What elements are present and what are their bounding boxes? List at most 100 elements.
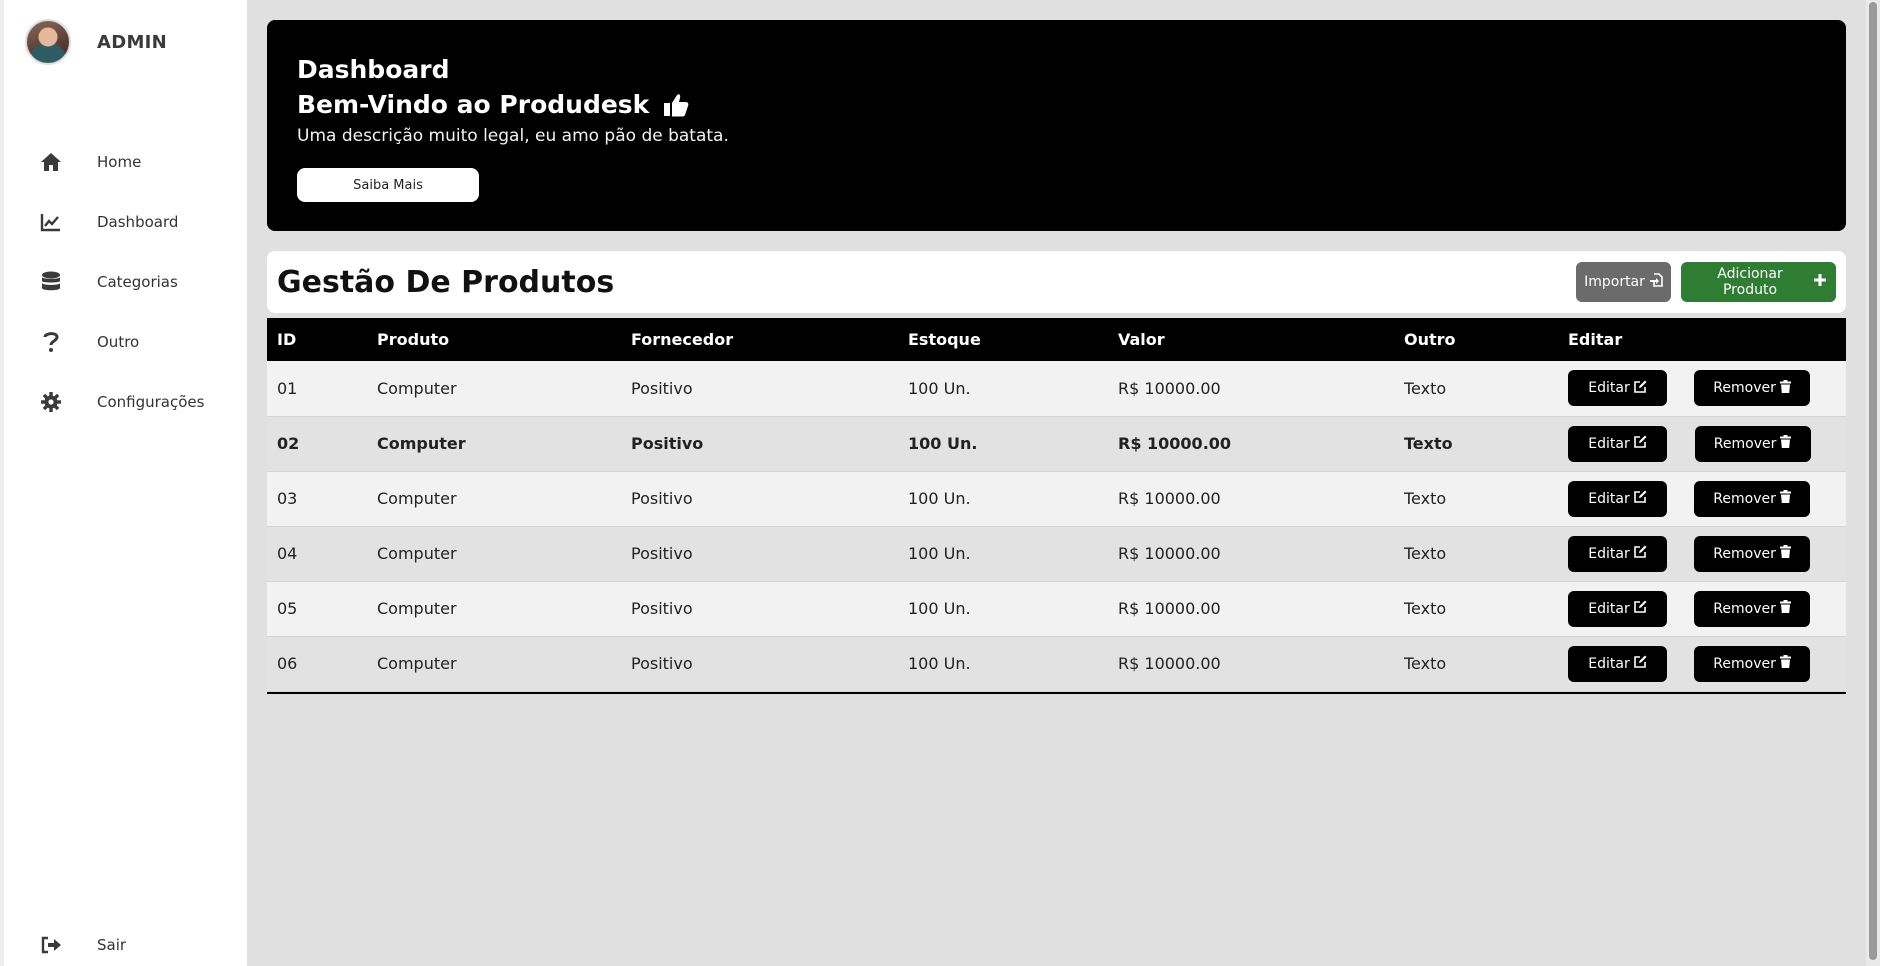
cell-outro: Texto [1394,416,1558,472]
remove-button[interactable]: Remover [1694,370,1811,407]
profile: ADMIN [25,19,167,65]
trash-icon [1779,490,1791,507]
cell-estoque: 100 Un. [898,636,1108,692]
cell-valor: R$ 10000.00 [1108,416,1394,472]
edit-icon [1633,600,1647,617]
edit-button-label: Editar [1588,655,1630,672]
edit-button[interactable]: Editar [1568,535,1667,572]
cell-estoque: 100 Un. [898,526,1108,582]
remove-button-label: Remover [1713,435,1777,452]
sidebar-item-categorias[interactable]: Categorias [40,252,204,312]
import-button[interactable]: Importar [1576,262,1671,302]
remove-button-label: Remover [1713,490,1776,507]
gear-icon [40,391,62,413]
cell-produto: Computer [367,361,621,417]
remove-button-label: Remover [1713,545,1776,562]
table-row: 01 Computer Positivo 100 Un. R$ 10000.00… [267,361,1846,417]
cell-outro: Texto [1394,471,1558,527]
sidebar-item-label: Outro [97,333,140,351]
remove-button[interactable]: Remover [1694,480,1811,517]
cell-id: 03 [267,471,367,527]
remove-button[interactable]: Remover [1694,535,1811,572]
table-row: 05 Computer Positivo 100 Un. R$ 10000.00… [267,581,1846,637]
edit-button[interactable]: Editar [1568,590,1667,627]
trash-icon [1779,655,1791,672]
table-header-row: ID Produto Fornecedor Estoque Valor Outr… [267,318,1846,361]
products-table: ID Produto Fornecedor Estoque Valor Outr… [267,318,1846,692]
profile-name: ADMIN [97,31,168,53]
edit-icon [1633,490,1647,507]
remove-button[interactable]: Remover [1694,590,1811,627]
banner-description: Uma descrição muito legal, eu amo pão de… [297,126,729,146]
remove-button[interactable]: Remover [1694,425,1811,462]
cell-estoque: 100 Un. [898,581,1108,637]
column-header-fornecedor: Fornecedor [631,330,734,349]
cell-fornecedor: Positivo [621,416,898,472]
home-icon [40,151,62,173]
edit-icon [1633,545,1647,562]
avatar[interactable] [25,19,71,65]
add-product-button[interactable]: Adicionar Produto [1681,262,1836,302]
edit-button[interactable]: Editar [1568,370,1667,407]
add-product-label: Adicionar Produto [1717,266,1783,298]
edit-button-label: Editar [1588,435,1630,452]
thumbs-up-icon [663,92,689,118]
file-import-icon [1649,273,1663,291]
trash-icon [1779,545,1791,562]
database-icon [40,271,62,293]
cell-valor: R$ 10000.00 [1108,636,1394,692]
sidebar-item-configuracoes[interactable]: Configurações [40,372,204,432]
logout-label: Sair [97,936,127,954]
banner-subtitle-text: Bem-Vindo ao Produdesk [297,90,650,119]
cell-id: 05 [267,581,367,637]
banner-title: Dashboard [297,55,450,84]
edit-button[interactable]: Editar [1568,480,1667,517]
column-header-estoque: Estoque [908,330,981,349]
edit-button-label: Editar [1588,490,1630,507]
cell-valor: R$ 10000.00 [1108,471,1394,527]
cell-produto: Computer [367,416,621,472]
table-row: 06 Computer Positivo 100 Un. R$ 10000.00… [267,636,1846,692]
remove-button-label: Remover [1713,600,1776,617]
column-header-valor: Valor [1118,330,1165,349]
edit-icon [1633,655,1647,672]
sidebar: ADMIN Home Dashboard Categorias Outro Co… [0,0,247,966]
column-header-produto: Produto [377,330,450,349]
sidebar-item-label: Dashboard [97,213,179,231]
cell-outro: Texto [1394,526,1558,582]
cell-fornecedor: Positivo [621,581,898,637]
logout-button[interactable]: Sair [40,930,126,960]
cell-outro: Texto [1394,361,1558,417]
cell-estoque: 100 Un. [898,471,1108,527]
trash-icon [1780,435,1792,452]
scrollbar-thumb[interactable] [1869,2,1877,960]
learn-more-button[interactable]: Saiba Mais [297,168,479,202]
trash-icon [1779,379,1791,397]
column-header-editar: Editar [1568,330,1623,349]
sidebar-item-label: Configurações [97,393,205,411]
edit-button[interactable]: Editar [1568,645,1667,682]
sidebar-item-label: Categorias [97,273,178,291]
cell-actions: Editar Remover [1558,636,1846,692]
cell-id: 06 [267,636,367,692]
remove-button[interactable]: Remover [1694,645,1811,682]
cell-outro: Texto [1394,636,1558,692]
cell-actions: Editar Remover [1558,416,1846,472]
cell-outro: Texto [1394,581,1558,637]
sidebar-item-outro[interactable]: Outro [40,312,204,372]
trash-icon [1779,600,1791,617]
sidebar-item-home[interactable]: Home [40,132,204,192]
cell-actions: Editar Remover [1558,471,1846,527]
cell-id: 04 [267,526,367,582]
cell-produto: Computer [367,526,621,582]
remove-button-label: Remover [1713,380,1776,397]
edit-button[interactable]: Editar [1568,425,1667,462]
table-body: 01 Computer Positivo 100 Un. R$ 10000.00… [267,361,1846,692]
table-row: 02 Computer Positivo 100 Un. R$ 10000.00… [267,416,1846,472]
edit-button-label: Editar [1588,380,1630,397]
sidebar-item-dashboard[interactable]: Dashboard [40,192,204,252]
column-header-id: ID [277,330,297,349]
import-button-label: Importar [1584,274,1645,290]
cell-id: 01 [267,361,367,417]
page-scrollbar[interactable] [1866,0,1880,966]
